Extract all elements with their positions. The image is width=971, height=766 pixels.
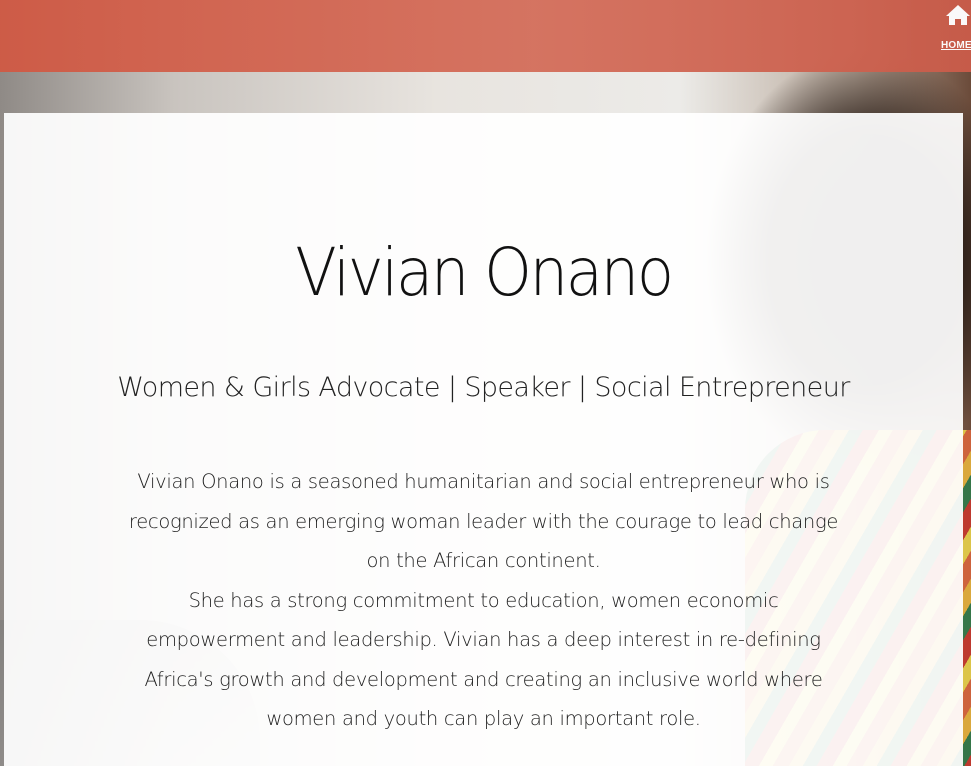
hero-tagline: Women & Girls Advocate | Speaker | Socia… xyxy=(117,372,850,403)
page-title: Vivian Onano xyxy=(295,234,674,311)
home-nav-label: HOME xyxy=(941,40,971,51)
bio-paragraph: She has a strong commitment to education… xyxy=(144,588,823,731)
home-icon xyxy=(946,5,970,25)
bio-text: Vivian Onano is a seasoned humanitarian … xyxy=(120,462,847,739)
home-nav-link[interactable]: HOME xyxy=(941,4,971,60)
site-header: HOME xyxy=(0,0,971,72)
bio-paragraph: Vivian Onano is a seasoned humanitarian … xyxy=(128,470,839,572)
